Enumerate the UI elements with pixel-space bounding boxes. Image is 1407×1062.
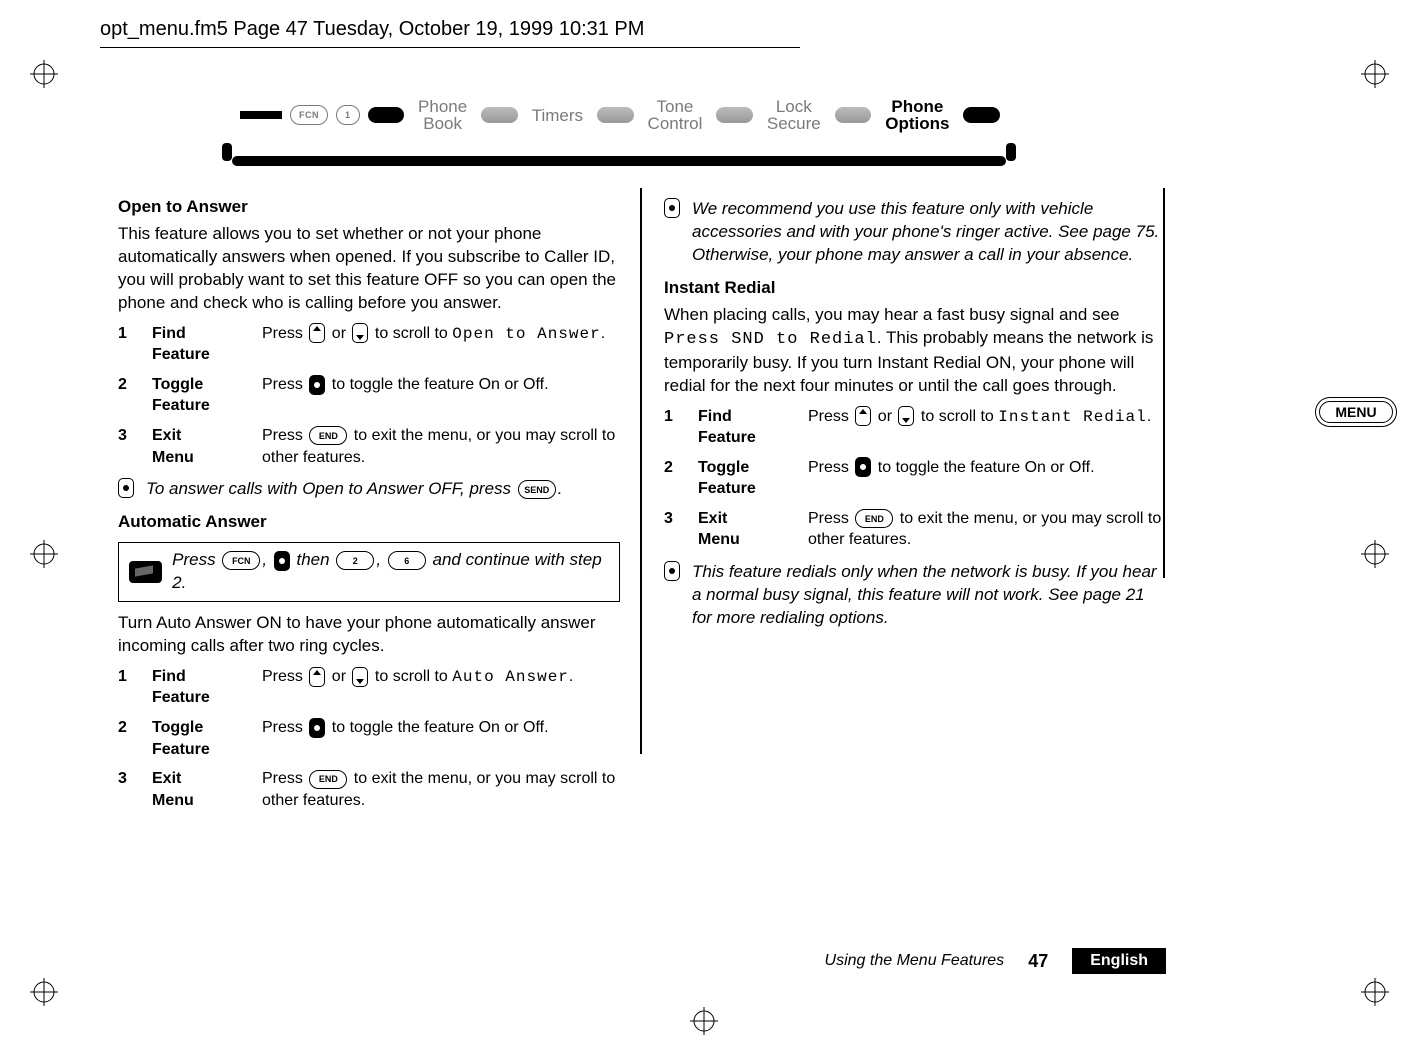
open-to-answer-intro: This feature allows you to set whether o… <box>118 223 620 315</box>
key-fcn: FCN <box>290 105 328 125</box>
section-title-automatic-answer: Automatic Answer <box>118 511 620 534</box>
section-title-open-to-answer: Open to Answer <box>118 196 620 219</box>
breadcrumb-lead-bar <box>240 111 282 119</box>
breadcrumb-phone-book: Phone Book <box>412 98 473 132</box>
step-text: Press to toggle the feature On or Off. <box>808 457 1166 500</box>
scroll-click-icon <box>118 478 134 498</box>
step-row: 2 Toggle Feature Press to toggle the fea… <box>118 374 620 417</box>
step-text: Press END to exit the menu, or you may s… <box>262 425 620 468</box>
key-fcn: FCN <box>222 551 260 570</box>
footer-language: English <box>1072 948 1166 974</box>
scroll-click-icon <box>855 457 871 477</box>
breadcrumb-phone-options: Phone Options <box>879 98 955 132</box>
step-text: Press or to scroll to Open to Answer. <box>262 323 620 366</box>
scroll-up-icon <box>309 323 325 343</box>
step-row: 1 Find Feature Press or to scroll to Ope… <box>118 323 620 366</box>
step-row: 1 Find Feature Press or to scroll to Ins… <box>664 406 1166 449</box>
step-text: Press END to exit the menu, or you may s… <box>808 508 1166 551</box>
frame-header: opt_menu.fm5 Page 47 Tuesday, October 19… <box>100 18 800 48</box>
key-end: END <box>309 426 347 445</box>
auto-answer-intro: Turn Auto Answer ON to have your phone a… <box>118 612 620 658</box>
scroll-down-icon <box>898 406 914 426</box>
scroll-down-icon <box>352 323 368 343</box>
key-send: SEND <box>518 480 556 499</box>
breadcrumb-separator <box>368 107 405 123</box>
step-text: Press to toggle the feature On or Off. <box>262 374 620 417</box>
scroll-click-icon <box>274 551 290 571</box>
section-title-instant-redial: Instant Redial <box>664 277 1166 300</box>
step-row: 3 Exit Menu Press END to exit the menu, … <box>664 508 1166 551</box>
breadcrumb-separator <box>597 107 634 123</box>
frame-header-text: opt_menu.fm5 Page 47 Tuesday, October 19… <box>100 18 800 48</box>
menu-thumb-tab: MENU <box>1315 397 1397 431</box>
note-instant-redial: This feature redials only when the netwo… <box>664 561 1166 630</box>
footer-section-title: Using the Menu Features <box>825 952 1005 970</box>
menu-thumb-tab-label: MENU <box>1319 401 1393 423</box>
key-end: END <box>309 770 347 789</box>
shortcut-box: Press FCN, then 2, 6 and continue with s… <box>118 542 620 602</box>
step-row: 2 Toggle Feature Press to toggle the fea… <box>118 717 620 760</box>
scroll-up-icon <box>855 406 871 426</box>
breadcrumb-separator <box>835 107 872 123</box>
bottom-registration-mark <box>690 1007 718 1040</box>
scroll-click-icon <box>309 718 325 738</box>
step-text: Press or to scroll to Instant Redial. <box>808 406 1166 449</box>
breadcrumb: FCN 1 Phone Book Timers Tone Control Loc… <box>240 98 1000 132</box>
note-open-to-answer: To answer calls with Open to Answer OFF,… <box>118 478 620 501</box>
breadcrumb-lock-secure: Lock Secure <box>761 98 827 132</box>
breadcrumb-timers: Timers <box>526 107 589 124</box>
step-text: Press to toggle the feature On or Off. <box>262 717 620 760</box>
key-end: END <box>855 509 893 528</box>
shortcut-icon <box>129 561 162 583</box>
scroll-down-icon <box>352 667 368 687</box>
column-divider <box>640 188 642 754</box>
step-text: Press END to exit the menu, or you may s… <box>262 768 620 811</box>
page-number: 47 <box>1028 951 1048 972</box>
page-footer: Using the Menu Features 47 English <box>120 948 1166 974</box>
column-divider-right <box>1163 188 1165 578</box>
step-row: 3 Exit Menu Press END to exit the menu, … <box>118 768 620 811</box>
key-1: 1 <box>336 105 360 125</box>
breadcrumb-separator <box>963 107 1000 123</box>
scroll-up-icon <box>309 667 325 687</box>
scroll-click-icon <box>664 561 680 581</box>
scroll-click-icon <box>664 198 680 218</box>
key-2: 2 <box>336 551 374 570</box>
step-row: 1 Find Feature Press or to scroll to Aut… <box>118 666 620 709</box>
key-6: 6 <box>388 551 426 570</box>
scroll-click-icon <box>309 375 325 395</box>
breadcrumb-underline <box>232 156 1006 166</box>
step-text: Press or to scroll to Auto Answer. <box>262 666 620 709</box>
note-auto-answer-vehicle: We recommend you use this feature only w… <box>664 198 1166 267</box>
instant-redial-intro: When placing calls, you may hear a fast … <box>664 304 1166 398</box>
breadcrumb-separator <box>716 107 753 123</box>
breadcrumb-separator <box>481 107 518 123</box>
step-row: 3 Exit Menu Press END to exit the menu, … <box>118 425 620 468</box>
step-row: 2 Toggle Feature Press to toggle the fea… <box>664 457 1166 500</box>
breadcrumb-tone-control: Tone Control <box>642 98 709 132</box>
